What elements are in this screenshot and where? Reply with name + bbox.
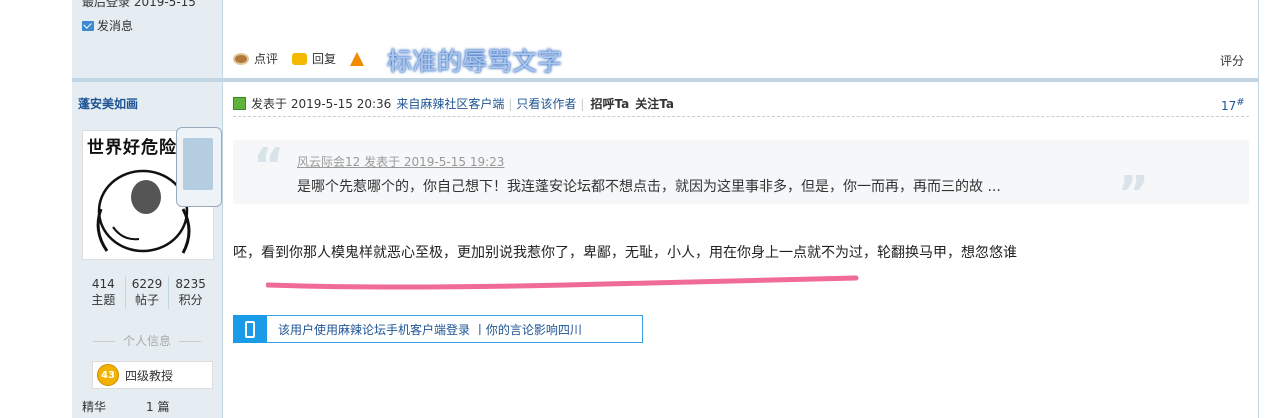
stat-label: 主题 <box>91 293 116 307</box>
stat-posts[interactable]: 6229 帖子 <box>124 276 169 309</box>
pink-underline-annotation <box>266 275 859 290</box>
post-separator <box>72 78 1259 82</box>
digest-label: 精华 <box>82 400 107 414</box>
phone-icon <box>245 320 255 338</box>
stat-value: 6229 <box>131 277 163 291</box>
author-username[interactable]: 蓬安美如画 <box>78 95 138 112</box>
floor-number[interactable]: 17# <box>1221 97 1245 113</box>
reply-button[interactable]: 回复 <box>292 50 336 67</box>
last-login-text: 最后登录 2019-5-15 <box>82 0 196 9</box>
apple-icon <box>183 138 213 190</box>
comment-label: 点评 <box>254 52 279 66</box>
rate-button[interactable]: 评分 <box>1220 52 1244 69</box>
overlay-annotation-text: 标准的辱骂文字 <box>387 47 563 76</box>
support-button[interactable] <box>350 51 365 66</box>
post-actions: 点评 回复 <box>233 50 372 67</box>
close-quote-icon: ” <box>1117 166 1149 222</box>
greet-link[interactable]: 招呼Ta <box>590 95 629 112</box>
open-quote-icon: “ <box>253 138 285 194</box>
online-status-icon <box>233 97 246 110</box>
column-divider <box>222 0 223 418</box>
personal-info-heading: 个人信息 <box>82 332 212 349</box>
arrow-up-icon <box>350 51 365 66</box>
meta-divider <box>233 116 1249 117</box>
rank-title: 四级教授 <box>125 368 174 383</box>
digest-row: 精华 1 篇 <box>82 398 169 415</box>
stat-label: 积分 <box>178 293 203 307</box>
meta-separator: | <box>508 96 513 111</box>
post-meta: 发表于 2019-5-15 20:36 来自麻辣社区客户端 | 只看该作者 | … <box>233 95 674 112</box>
stat-threads[interactable]: 414 主题 <box>82 276 125 309</box>
send-message-link[interactable]: 发消息 <box>82 17 133 34</box>
digest-value: 1 篇 <box>146 400 170 414</box>
stat-label: 帖子 <box>135 293 160 307</box>
phone-icon-box <box>233 315 267 343</box>
send-message-label: 发消息 <box>97 19 134 33</box>
floor-suffix: # <box>1236 97 1245 108</box>
comment-button[interactable]: 点评 <box>233 50 278 67</box>
mobile-banner-text[interactable]: 该用户使用麻辣论坛手机客户端登录 丨你的言论影响四川 <box>278 321 582 338</box>
stat-credits[interactable]: 8235 积分 <box>168 276 212 309</box>
reply-label: 回复 <box>312 52 337 66</box>
author-stats: 414 主题 6229 帖子 8235 积分 <box>82 276 212 309</box>
rank-level-badge: 43 <box>97 364 119 386</box>
rank-box: 43 四级教授 <box>92 361 213 389</box>
post-source-link[interactable]: 来自麻辣社区客户端 <box>396 95 504 112</box>
coffee-cup-icon <box>233 52 249 65</box>
quote-block: “ 风云际会12 发表于 2019-5-15 19:23 是哪个先惹哪个的，你自… <box>233 138 1249 218</box>
meta-separator: | <box>580 96 585 111</box>
floor-value: 17 <box>1221 99 1237 113</box>
right-border <box>1258 0 1259 418</box>
quote-author-line[interactable]: 风云际会12 发表于 2019-5-15 19:23 <box>297 153 504 170</box>
follow-link[interactable]: 关注Ta <box>635 95 674 112</box>
speech-bubble-icon <box>292 52 308 65</box>
stat-value: 8235 <box>175 277 206 291</box>
mail-icon <box>82 20 94 31</box>
post-body: 呸，看到你那人模鬼样就恶心至极，更加别说我惹你了，卑鄙，无耻，小人，用在你身上一… <box>233 245 1017 261</box>
only-author-link[interactable]: 只看该作者 <box>516 95 576 112</box>
mobile-client-badge <box>176 127 222 207</box>
mobile-client-banner[interactable]: 该用户使用麻辣论坛手机客户端登录 丨你的言论影响四川 <box>233 315 643 343</box>
post-time: 发表于 2019-5-15 20:36 <box>251 97 392 111</box>
stat-value: 414 <box>91 277 115 291</box>
quote-text: 是哪个先惹哪个的，你自己想下！我连蓬安论坛都不想点击，就因为这里事非多，但是，你… <box>297 179 1001 195</box>
